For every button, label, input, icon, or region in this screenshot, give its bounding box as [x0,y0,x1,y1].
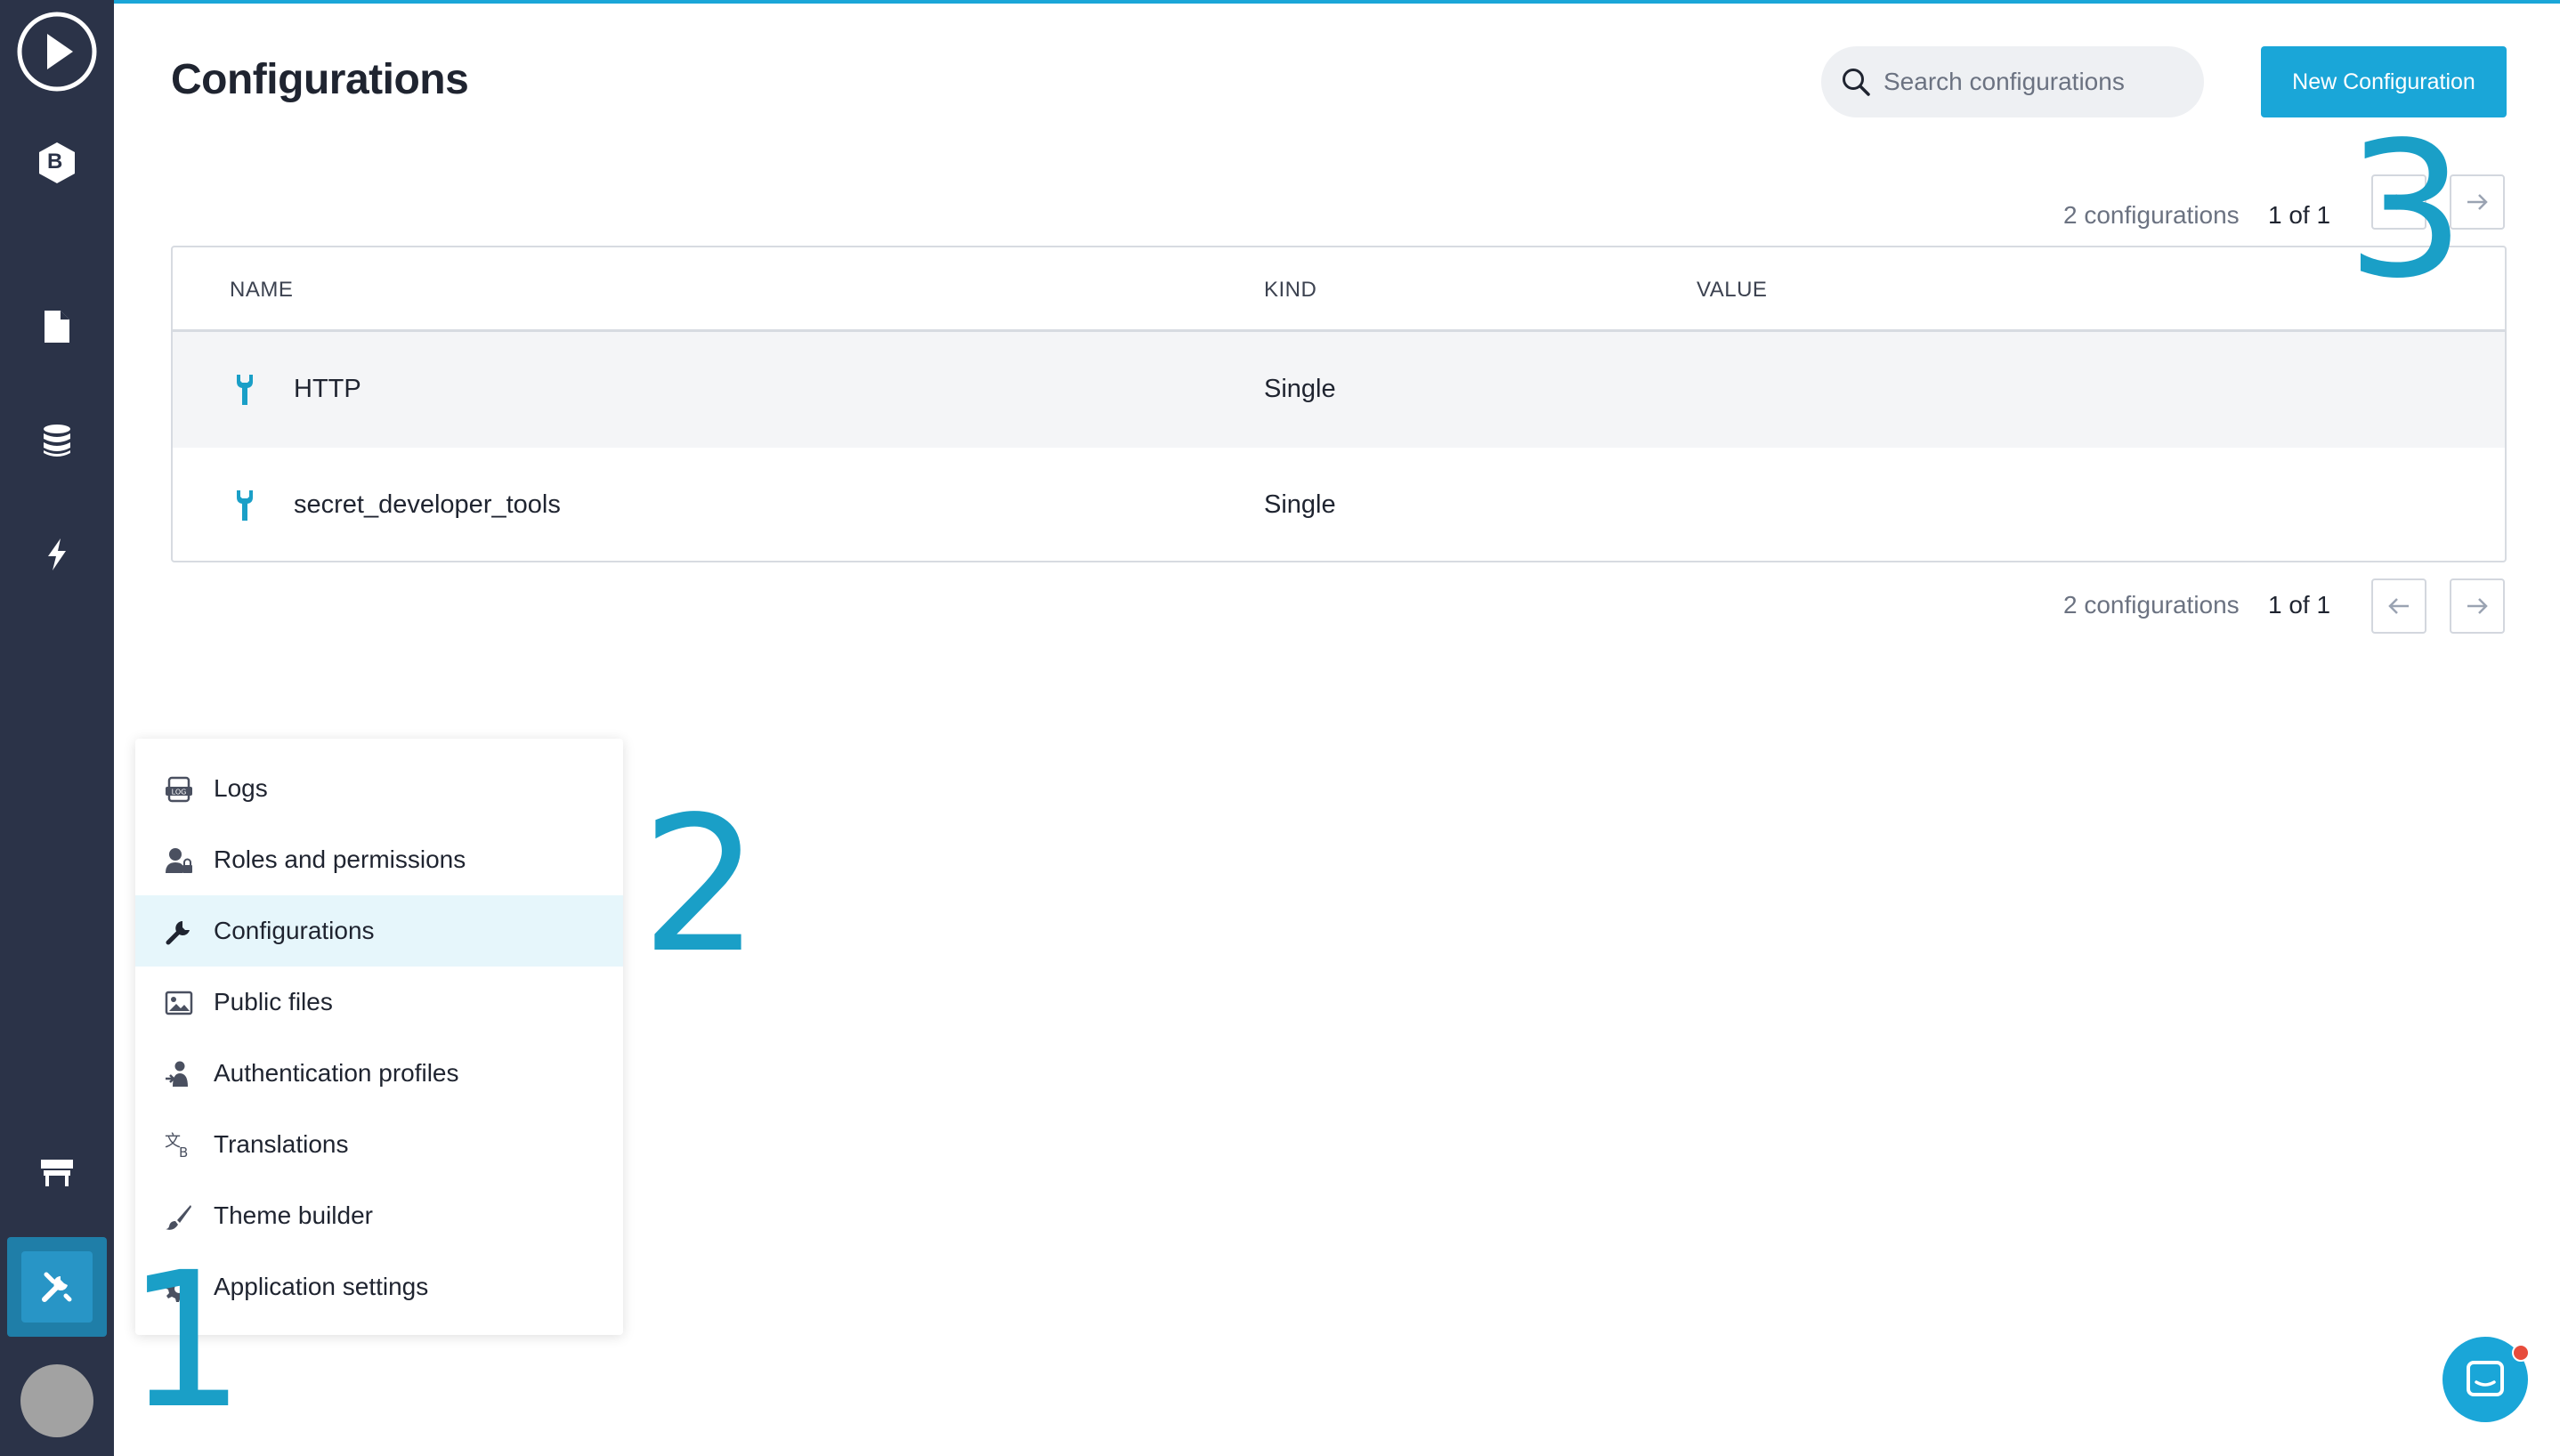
menu-item-label: Theme builder [214,1201,373,1229]
svg-text:B: B [179,1145,188,1159]
menu-item-configurations[interactable]: Configurations [135,895,623,967]
sidebar-item-play[interactable] [0,11,114,93]
sidebar-item-data[interactable] [0,400,114,481]
user-lock-icon [164,845,194,876]
menu-item-translations[interactable]: 文B Translations [135,1109,623,1180]
wrench-icon [233,373,256,411]
store-icon [41,1160,73,1186]
page-title: Configurations [171,56,469,103]
menu-item-label: Application settings [214,1273,429,1300]
menu-item-label: Authentication profiles [214,1059,459,1087]
log-icon: LOG [164,774,194,805]
pagination-page: 1 of 1 [2268,591,2331,619]
pagination-page: 1 of 1 [2268,201,2331,229]
table-row[interactable]: secret_developer_tools Single [173,448,2505,561]
logo-letter: B [47,150,63,174]
menu-item-authentication-profiles[interactable]: Authentication profiles [135,1038,623,1109]
next-page-button[interactable] [2450,578,2505,634]
database-icon [44,425,70,457]
column-header-name[interactable]: NAME [230,278,293,303]
menu-item-public-files[interactable]: Public files [135,967,623,1038]
pagination-count: 2 configurations [2063,591,2240,619]
arrow-right-icon [2467,194,2488,210]
translate-icon: 文B [164,1130,194,1161]
table-header: NAME KIND VALUE [173,247,2505,332]
arrow-left-icon [2388,598,2409,614]
search-box[interactable] [1821,46,2204,117]
pagination-count: 2 configurations [2063,201,2240,229]
annotation-number-2: 2 [641,776,760,994]
chat-icon [2467,1361,2504,1396]
user-login-icon [164,1059,194,1089]
wrench-icon [164,917,194,947]
play-icon [17,12,97,92]
menu-item-label: Public files [214,988,333,1015]
menu-item-logs[interactable]: LOG Logs [135,753,623,824]
row-kind: Single [1264,490,1336,519]
sidebar-item-actions[interactable] [0,514,114,595]
sidebar-item-pages[interactable] [0,287,114,367]
configurations-table: NAME KIND VALUE HTTP Single secret_devel… [171,246,2507,562]
table-row[interactable]: HTTP Single [173,332,2505,448]
menu-item-label: Translations [214,1130,349,1158]
svg-text:LOG: LOG [172,789,187,797]
lightning-icon [48,538,66,570]
search-input[interactable] [1882,67,2179,97]
row-name: secret_developer_tools [294,490,561,519]
search-icon [1843,69,1870,96]
top-accent-line [0,0,2560,4]
notification-dot [2512,1344,2530,1362]
tools-icon [42,1272,72,1302]
menu-item-label: Roles and permissions [214,845,466,873]
menu-item-label: Logs [214,774,268,802]
brush-icon [164,1201,194,1232]
sidebar-item-store[interactable] [0,1132,114,1212]
menu-item-label: Configurations [214,917,375,944]
row-name: HTTP [294,375,361,403]
wrench-icon [233,489,256,527]
avatar[interactable] [20,1364,93,1437]
image-icon [164,988,194,1018]
menu-item-roles-and-permissions[interactable]: Roles and permissions [135,824,623,895]
page-icon [45,311,69,343]
arrow-right-icon [2467,598,2488,614]
annotation-number-3: 3 [2346,101,2466,320]
row-kind: Single [1264,375,1336,403]
sidebar-item-tools[interactable] [7,1237,107,1337]
column-header-kind[interactable]: KIND [1264,278,1316,303]
annotation-number-1: 1 [126,1232,246,1450]
sidebar: B [0,0,114,1456]
previous-page-button[interactable] [2371,578,2426,634]
column-header-value[interactable]: VALUE [1697,278,1767,303]
sidebar-item-logo[interactable]: B [0,123,114,203]
